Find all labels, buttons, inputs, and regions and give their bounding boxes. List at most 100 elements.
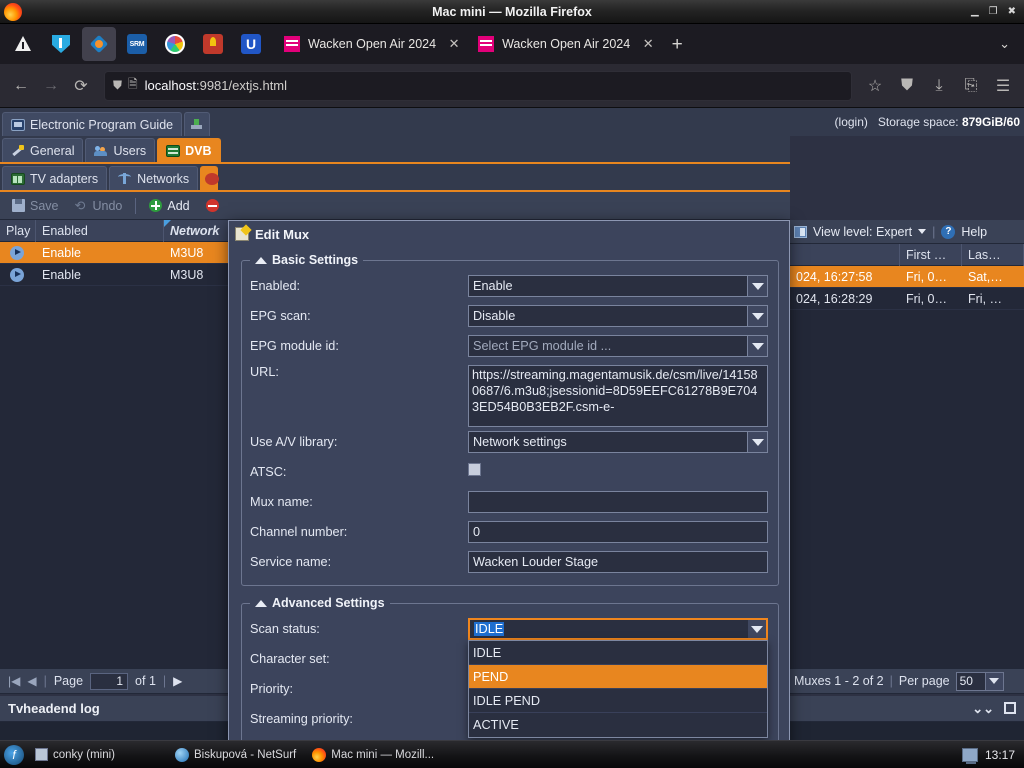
column-header-scan-time[interactable] bbox=[790, 244, 900, 266]
triangle-up-icon[interactable] bbox=[255, 256, 267, 264]
browser-tab[interactable]: Wacken Open Air 2024 ✕ bbox=[276, 27, 468, 61]
scan-status-combo-value[interactable]: IDLE bbox=[468, 618, 748, 640]
play-icon[interactable] bbox=[10, 267, 24, 282]
enabled-combo-value[interactable]: Enable bbox=[468, 275, 748, 297]
pinned-tab-pinwheel[interactable] bbox=[158, 27, 192, 61]
plus-circle-icon bbox=[149, 199, 163, 212]
maximize-button[interactable]: ❐ bbox=[989, 6, 998, 17]
list-all-tabs-icon[interactable]: ⌄ bbox=[999, 36, 1020, 52]
tab-electronic-program-guide[interactable]: Electronic Program Guide bbox=[2, 112, 183, 136]
downloads-icon[interactable]: ⤓ bbox=[924, 71, 954, 101]
url-textarea[interactable]: https://streaming.magentamusik.de/csm/li… bbox=[468, 365, 768, 427]
taskbar-item-conky[interactable]: conky (mini) bbox=[30, 746, 120, 763]
close-button[interactable]: ✖ bbox=[1008, 6, 1016, 17]
tab-dvb[interactable]: DVB bbox=[157, 138, 221, 162]
tracking-protection-shield-icon[interactable]: ⛊ bbox=[113, 78, 122, 93]
pocket-icon[interactable]: ⛊ bbox=[892, 71, 922, 101]
maximize-icon[interactable] bbox=[1004, 702, 1016, 714]
cell-play[interactable] bbox=[0, 267, 36, 282]
window-title: Mac mini — Mozilla Firefox bbox=[432, 4, 592, 19]
browser-tab[interactable]: Wacken Open Air 2024 ✕ bbox=[470, 27, 662, 61]
epg-module-id-combo[interactable]: Select EPG module id ... bbox=[468, 335, 768, 357]
dropdown-option-pend[interactable]: PEND bbox=[469, 665, 767, 689]
per-page-value[interactable]: 50 bbox=[955, 671, 986, 691]
taskbar-item-netsurf[interactable]: Biskupová - NetSurf bbox=[170, 746, 301, 764]
epg-module-id-combo-value[interactable]: Select EPG module id ... bbox=[468, 335, 748, 357]
double-chevron-down-icon[interactable]: ⌄⌄ bbox=[972, 702, 994, 715]
bookmark-star-icon[interactable]: ☆ bbox=[860, 71, 890, 101]
atsc-checkbox[interactable] bbox=[468, 463, 481, 476]
dropdown-option-idle-pend[interactable]: IDLE PEND bbox=[469, 689, 767, 713]
forward-button[interactable]: → bbox=[36, 71, 66, 101]
enabled-combo[interactable]: Enable bbox=[468, 275, 768, 297]
tab-tv-adapters[interactable]: TV adapters bbox=[2, 166, 108, 190]
tab-users[interactable]: Users bbox=[85, 138, 156, 162]
pinned-tab-warning[interactable] bbox=[6, 27, 40, 61]
pinned-tab-u[interactable]: U bbox=[234, 27, 268, 61]
save-button[interactable]: Save bbox=[6, 197, 65, 215]
chevron-down-icon[interactable] bbox=[748, 431, 768, 453]
dialog-titlebar[interactable]: Edit Mux bbox=[229, 221, 789, 247]
play-icon[interactable] bbox=[10, 245, 24, 260]
mux-name-input[interactable] bbox=[468, 491, 768, 513]
tab-close-icon[interactable]: ✕ bbox=[446, 36, 462, 52]
taskbar-item-firefox[interactable]: Mac mini — Mozill... bbox=[307, 746, 439, 764]
column-header-first[interactable]: First … bbox=[900, 244, 962, 266]
delete-button[interactable] bbox=[200, 197, 225, 214]
dropdown-option-active[interactable]: ACTIVE bbox=[469, 713, 767, 737]
view-level-label[interactable]: View level: Expert bbox=[813, 225, 912, 239]
service-name-input[interactable]: Wacken Louder Stage bbox=[468, 551, 768, 573]
chevron-down-icon[interactable] bbox=[748, 335, 768, 357]
scan-status-dropdown-list[interactable]: IDLE PEND IDLE PEND ACTIVE bbox=[468, 640, 768, 738]
table-row[interactable]: 024, 16:28:29 Fri, 0… Fri, … bbox=[790, 288, 1024, 310]
cell-play[interactable] bbox=[0, 245, 36, 260]
tab-general[interactable]: General bbox=[2, 138, 84, 162]
help-icon[interactable]: ? bbox=[941, 224, 956, 239]
tab-close-icon[interactable]: ✕ bbox=[640, 36, 656, 52]
address-bar[interactable]: ⛊ 🗎 localhost:9981/extjs.html bbox=[104, 70, 852, 101]
back-button[interactable]: ← bbox=[6, 71, 36, 101]
chevron-down-icon[interactable] bbox=[918, 229, 927, 234]
column-header-last[interactable]: Las… bbox=[962, 244, 1024, 266]
column-header-play[interactable]: Play bbox=[0, 220, 36, 242]
dialog-title: Edit Mux bbox=[255, 226, 310, 242]
login-link[interactable]: (login) bbox=[835, 115, 868, 129]
channel-number-input[interactable]: 0 bbox=[468, 521, 768, 543]
app-menu-icon[interactable]: ☰ bbox=[988, 71, 1018, 101]
use-av-library-combo[interactable]: Network settings bbox=[468, 431, 768, 453]
minimize-button[interactable]: ▁ bbox=[971, 6, 979, 17]
new-tab-button[interactable]: + bbox=[663, 35, 691, 54]
tab-recordings[interactable] bbox=[184, 112, 211, 136]
page-info-icon[interactable]: 🗎 bbox=[128, 75, 138, 96]
pinned-tab-srm[interactable]: SRM bbox=[120, 27, 154, 61]
field-mux-name: Mux name: bbox=[250, 487, 770, 517]
pinned-tab-crest[interactable] bbox=[196, 27, 230, 61]
add-button[interactable]: Add bbox=[143, 197, 195, 215]
first-page-icon[interactable]: |◀ bbox=[8, 674, 20, 688]
dropdown-option-idle[interactable]: IDLE bbox=[469, 641, 767, 665]
chevron-down-icon[interactable] bbox=[748, 275, 768, 297]
prev-page-icon[interactable]: ◀ bbox=[27, 674, 36, 688]
tab-networks[interactable]: Networks bbox=[109, 166, 199, 190]
epg-scan-combo[interactable]: Disable bbox=[468, 305, 768, 327]
page-number-input[interactable] bbox=[90, 672, 129, 690]
reload-button[interactable]: ⟳ bbox=[66, 71, 96, 101]
pinned-tab-shield[interactable] bbox=[44, 27, 78, 61]
table-row[interactable]: 024, 16:27:58 Fri, 0… Sat,… bbox=[790, 266, 1024, 288]
next-page-icon[interactable]: ▶ bbox=[173, 674, 182, 688]
per-page-dropdown-arrow-icon[interactable] bbox=[985, 671, 1004, 691]
use-av-library-combo-value[interactable]: Network settings bbox=[468, 431, 748, 453]
pinned-tab-diamond[interactable] bbox=[82, 27, 116, 61]
column-header-enabled[interactable]: Enabled bbox=[36, 220, 164, 242]
undo-button[interactable]: ⟲ Undo bbox=[69, 197, 129, 215]
chevron-down-icon[interactable] bbox=[748, 618, 768, 640]
scan-status-combo[interactable]: IDLE bbox=[468, 618, 768, 640]
chevron-down-icon[interactable] bbox=[748, 305, 768, 327]
help-label[interactable]: Help bbox=[961, 225, 987, 239]
epg-scan-combo-value[interactable]: Disable bbox=[468, 305, 748, 327]
triangle-up-icon[interactable] bbox=[255, 599, 267, 607]
tab-muxes[interactable] bbox=[200, 166, 220, 190]
account-icon[interactable]: ⎘ bbox=[956, 71, 986, 101]
monitor-icon[interactable] bbox=[961, 747, 978, 764]
launcher-button[interactable]: f bbox=[4, 744, 24, 765]
